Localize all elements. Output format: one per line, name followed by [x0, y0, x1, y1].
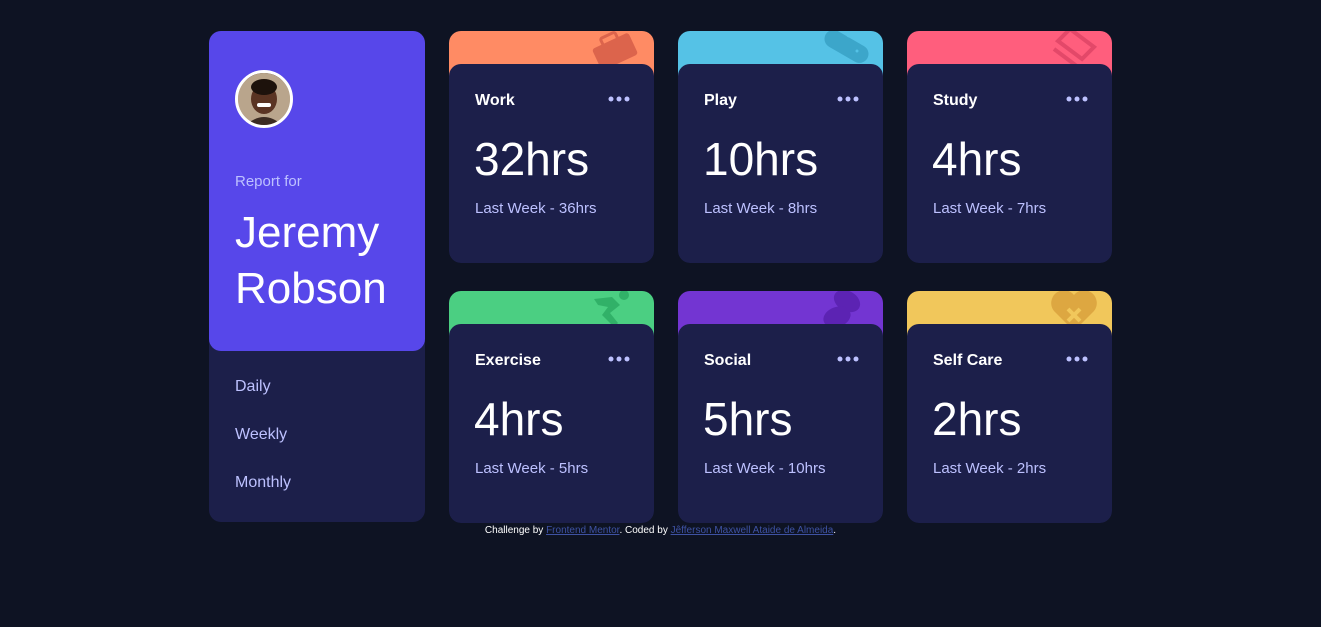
footer-suffix: .	[833, 525, 837, 536]
card-body-study[interactable]: Study 4hrs Last Week - 7hrs	[907, 64, 1112, 263]
card-current-study: 4hrs	[932, 133, 1022, 185]
more-options-icon[interactable]	[608, 352, 630, 366]
card-body-self-care[interactable]: Self Care 2hrs Last Week - 2hrs	[907, 324, 1112, 523]
card-current-self-care: 2hrs	[932, 393, 1022, 445]
card-current-social: 5hrs	[703, 393, 793, 445]
card-previous-social: Last Week - 10hrs	[704, 460, 826, 477]
card-study: Study 4hrs Last Week - 7hrs	[907, 31, 1112, 263]
period-monthly-button[interactable]: Monthly	[235, 474, 291, 522]
user-name: Jeremy Robson	[235, 208, 387, 313]
card-body-work[interactable]: Work 32hrs Last Week - 36hrs	[449, 64, 654, 263]
more-options-icon[interactable]	[837, 92, 859, 106]
footer-middle: . Coded by	[619, 525, 671, 536]
card-exercise: Exercise 4hrs Last Week - 5hrs	[449, 291, 654, 523]
card-play: Play 10hrs Last Week - 8hrs	[678, 31, 883, 263]
card-current-play: 10hrs	[703, 133, 819, 185]
card-social: Social 5hrs Last Week - 10hrs	[678, 291, 883, 523]
card-body-social[interactable]: Social 5hrs Last Week - 10hrs	[678, 324, 883, 523]
profile-card: Report for Jeremy Robson Daily Weekly Mo…	[209, 31, 425, 522]
period-switcher: Daily Weekly Monthly	[235, 378, 291, 522]
card-title-work: Work	[475, 92, 515, 109]
more-options-icon[interactable]	[608, 92, 630, 106]
more-options-icon[interactable]	[1066, 352, 1088, 366]
author-link[interactable]: Jêfferson Maxwell Ataide de Almeida	[671, 525, 834, 536]
card-previous-work: Last Week - 36hrs	[475, 200, 597, 217]
card-current-work: 32hrs	[474, 133, 590, 185]
card-work: Work 32hrs Last Week - 36hrs	[449, 31, 654, 263]
card-previous-exercise: Last Week - 5hrs	[475, 460, 589, 477]
report-for-label: Report for	[235, 173, 302, 190]
card-self-care: Self Care 2hrs Last Week - 2hrs	[907, 291, 1112, 523]
card-title-social: Social	[704, 352, 752, 369]
footer-prefix: Challenge by	[484, 525, 547, 536]
card-title-study: Study	[933, 92, 978, 109]
period-daily-button[interactable]: Daily	[235, 378, 291, 426]
period-weekly-button[interactable]: Weekly	[235, 426, 291, 474]
card-title-exercise: Exercise	[475, 352, 541, 369]
more-options-icon[interactable]	[1066, 92, 1088, 106]
card-body-exercise[interactable]: Exercise 4hrs Last Week - 5hrs	[449, 324, 654, 523]
avatar	[235, 70, 293, 128]
more-options-icon[interactable]	[837, 352, 859, 366]
profile-header: Report for Jeremy Robson	[209, 31, 425, 351]
card-previous-self-care: Last Week - 2hrs	[933, 460, 1047, 477]
card-title-play: Play	[704, 92, 737, 109]
card-body-play[interactable]: Play 10hrs Last Week - 8hrs	[678, 64, 883, 263]
avatar-image	[238, 73, 290, 125]
frontend-mentor-link[interactable]: Frontend Mentor	[546, 525, 619, 536]
card-title-self-care: Self Care	[933, 352, 1003, 369]
card-current-exercise: 4hrs	[474, 393, 564, 445]
card-previous-play: Last Week - 8hrs	[704, 200, 818, 217]
card-previous-study: Last Week - 7hrs	[933, 200, 1047, 217]
attribution-footer: Challenge by Frontend Mentor. Coded by J…	[0, 525, 1321, 536]
